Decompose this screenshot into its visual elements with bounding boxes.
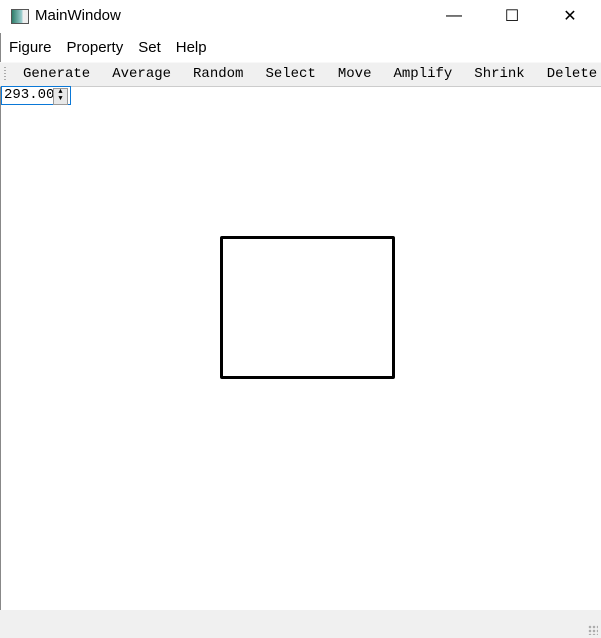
size-grip-icon[interactable] — [588, 625, 598, 635]
select-button[interactable]: Select — [254, 66, 326, 82]
window-title: MainWindow — [35, 7, 121, 24]
status-bar — [0, 610, 601, 638]
toolbar-grip[interactable] — [4, 67, 6, 82]
spinbox-value[interactable]: 293.00 — [4, 87, 54, 103]
random-button[interactable]: Random — [182, 66, 254, 82]
rectangle-figure[interactable] — [220, 236, 395, 379]
generate-button[interactable]: Generate — [12, 66, 101, 82]
menu-property[interactable]: Property — [60, 37, 132, 61]
move-button[interactable]: Move — [327, 66, 383, 82]
menu-bar: Figure Property Set Help — [0, 37, 215, 61]
menu-help[interactable]: Help — [169, 37, 215, 61]
value-spinbox[interactable]: 293.00 ▲ ▼ — [1, 86, 71, 105]
shrink-button[interactable]: Shrink — [463, 66, 535, 82]
spin-arrows-icon[interactable]: ▲ ▼ — [53, 88, 68, 105]
close-button[interactable]: ✕ — [547, 0, 593, 32]
menu-figure[interactable]: Figure — [0, 37, 60, 61]
app-icon — [11, 9, 29, 24]
window-border — [0, 33, 1, 638]
delete-button[interactable]: Delete — [536, 66, 601, 82]
amplify-button[interactable]: Amplify — [382, 66, 463, 82]
average-button[interactable]: Average — [101, 66, 182, 82]
maximize-button[interactable]: ☐ — [489, 0, 535, 32]
minimize-button[interactable]: — — [431, 0, 477, 32]
menu-set[interactable]: Set — [131, 37, 169, 61]
toolbar: Generate Average Random Select Move Ampl… — [0, 62, 601, 87]
title-bar: MainWindow — ☐ ✕ — [0, 0, 601, 33]
